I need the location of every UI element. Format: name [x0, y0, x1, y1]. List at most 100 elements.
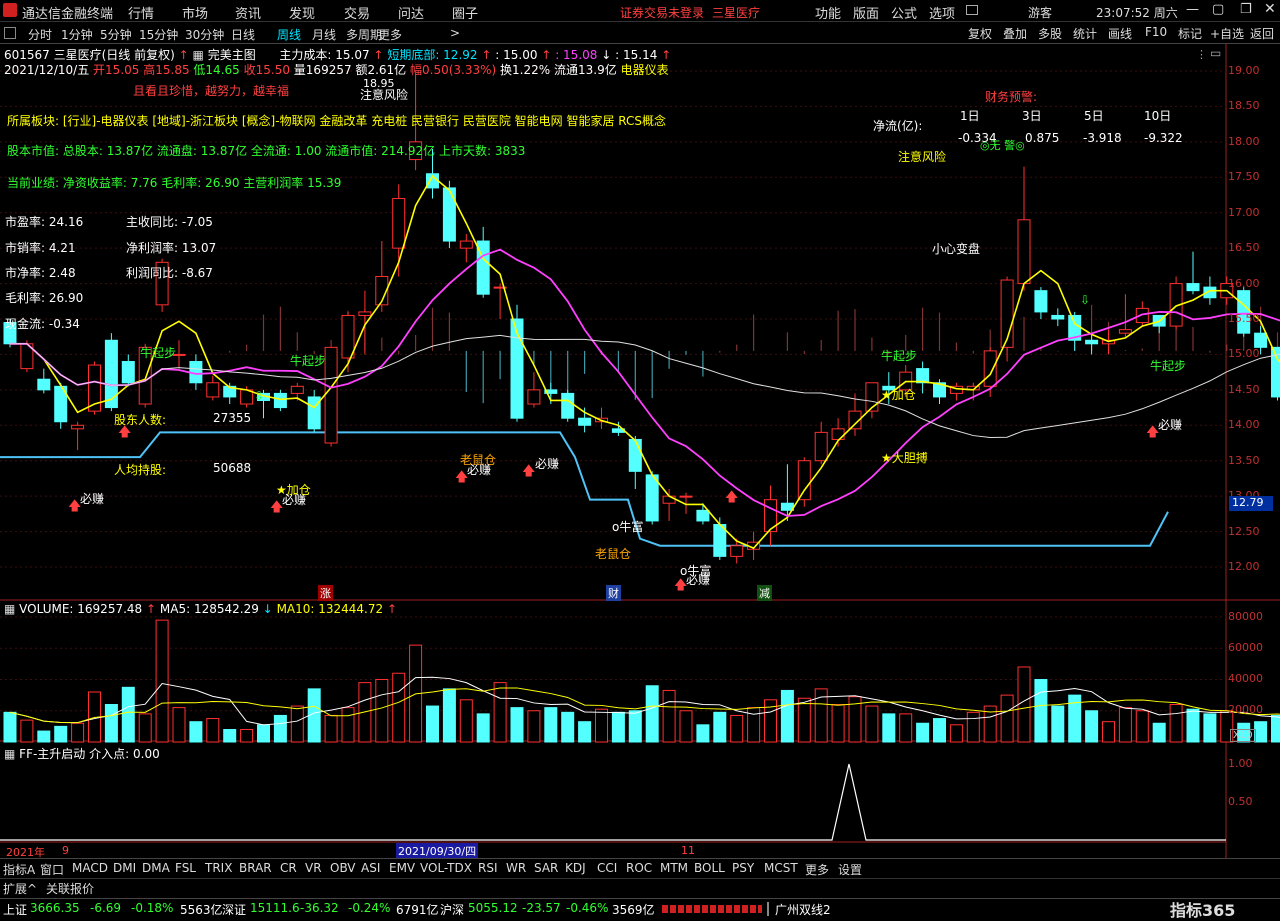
signal-niuqibu-1: 牛起步 — [140, 344, 176, 361]
index-hs-label[interactable]: 沪深 — [440, 901, 464, 918]
tab-settings[interactable]: 设置 — [838, 861, 862, 878]
mail-icon[interactable] — [966, 5, 978, 15]
event-cai[interactable]: 财 — [606, 585, 621, 601]
menu-zixun[interactable]: 资讯 — [235, 3, 261, 22]
tab-cci[interactable]: CCI — [597, 861, 617, 875]
event-jian[interactable]: 减 — [757, 585, 772, 601]
arrow-up-icon: ↑ — [179, 48, 189, 62]
candle-body — [38, 379, 50, 390]
period-5min[interactable]: 5分钟 — [100, 26, 132, 43]
index-sh-label[interactable]: 上证 — [3, 901, 27, 918]
tab-cr[interactable]: CR — [280, 861, 297, 875]
tab-mtm[interactable]: MTM — [660, 861, 688, 875]
btn-tongji[interactable]: 统计 — [1073, 25, 1097, 42]
panel-toggle-icon[interactable] — [4, 27, 16, 39]
btn-biaoji[interactable]: 标记 — [1178, 25, 1202, 42]
menu-banmian[interactable]: 版面 — [853, 3, 879, 22]
tab-extend[interactable]: 扩展^ — [3, 880, 37, 897]
chevron-right-icon[interactable]: > — [450, 26, 460, 40]
menu-faxian[interactable]: 发现 — [289, 3, 315, 22]
menu-hangqing[interactable]: 行情 — [128, 3, 154, 22]
tab-chuangkou[interactable]: 窗口 — [40, 861, 64, 878]
menu-shichang[interactable]: 市场 — [182, 3, 208, 22]
tab-mcst[interactable]: MCST — [764, 861, 798, 875]
menu-wenda[interactable]: 问达 — [398, 3, 424, 22]
restore-icon[interactable]: ❐ — [1240, 2, 1252, 17]
server-name[interactable]: 广州双线2 — [775, 901, 831, 918]
btn-f10[interactable]: F10 — [1145, 25, 1167, 39]
tab-vol-tdx[interactable]: VOL-TDX — [420, 861, 472, 875]
menu-quanzi[interactable]: 圈子 — [452, 3, 478, 22]
menu-jiaoyi[interactable]: 交易 — [344, 3, 370, 22]
tab-dmi[interactable]: DMI — [113, 861, 136, 875]
index-sz-label[interactable]: 深证 — [222, 901, 246, 918]
chart-grid-icon[interactable]: ▦ — [193, 48, 204, 62]
volume-bar — [1103, 722, 1115, 742]
maximize-icon[interactable]: ▢ — [1212, 2, 1224, 17]
tab-wr[interactable]: WR — [506, 861, 526, 875]
tab-sar[interactable]: SAR — [534, 861, 558, 875]
tab-psy[interactable]: PSY — [732, 861, 754, 875]
tab-asi[interactable]: ASI — [361, 861, 380, 875]
tab-trix[interactable]: TRIX — [205, 861, 232, 875]
tab-fsl[interactable]: FSL — [175, 861, 196, 875]
tab-more[interactable]: 更多 — [805, 861, 829, 878]
menu-gongneng[interactable]: 功能 — [815, 3, 841, 22]
tab-rsi[interactable]: RSI — [478, 861, 498, 875]
minimize-icon[interactable]: — — [1186, 2, 1199, 17]
period-fenshi[interactable]: 分时 — [28, 26, 52, 43]
kline-chart[interactable] — [0, 44, 1280, 858]
volume-bar — [798, 698, 810, 742]
tab-macd[interactable]: MACD — [72, 861, 108, 875]
panel-menu-icon[interactable]: ▦ — [4, 602, 15, 616]
period-30min[interactable]: 30分钟 — [185, 26, 224, 43]
tab-vr[interactable]: VR — [305, 861, 322, 875]
tab-dma[interactable]: DMA — [142, 861, 170, 875]
panel-menu-icon[interactable]: ▦ — [4, 747, 15, 761]
period-multi[interactable]: 更多 — [378, 26, 402, 43]
netflow-v3: 0.875 — [1025, 131, 1059, 145]
period-15min[interactable]: 15分钟 — [139, 26, 178, 43]
tab-related-quote[interactable]: 关联报价 — [46, 880, 94, 897]
period-monthly[interactable]: 多周期 — [346, 26, 382, 43]
tab-brar[interactable]: BRAR — [239, 861, 272, 875]
btn-fuquan[interactable]: 复权 — [968, 25, 992, 42]
volume-bar — [629, 711, 641, 742]
tab-boll[interactable]: BOLL — [694, 861, 725, 875]
btn-zixuan[interactable]: +自选 — [1210, 25, 1244, 42]
signal-bizhuan-1: 必赚 — [80, 490, 104, 507]
user-label[interactable]: 游客 — [1028, 4, 1052, 21]
candle-body — [122, 362, 134, 383]
tab-emv[interactable]: EMV — [389, 861, 415, 875]
tab-zhibiao-a[interactable]: 指标A — [3, 861, 35, 878]
volume-unit: X10 — [1230, 729, 1256, 742]
volume-ma10: MA10: 132444.72 — [277, 602, 384, 616]
event-zhang[interactable]: 涨 — [318, 585, 333, 601]
tab-kdj[interactable]: KDJ — [565, 861, 586, 875]
period-1min[interactable]: 1分钟 — [61, 26, 93, 43]
btn-fanhui[interactable]: 返回 — [1250, 25, 1274, 42]
menu-xuanxiang[interactable]: 选项 — [929, 3, 955, 22]
options-icon[interactable]: ⋮ — [1196, 48, 1207, 61]
close-icon[interactable]: ✕ — [1264, 1, 1276, 17]
volume-bar — [1119, 708, 1131, 742]
btn-diejia[interactable]: 叠加 — [1003, 25, 1027, 42]
period-weekly[interactable]: 月线 — [312, 26, 336, 43]
btn-duogu[interactable]: 多股 — [1038, 25, 1062, 42]
signal-xiaoxinbianpan: 小心变盘 — [932, 240, 980, 257]
collapse-icon[interactable]: ▭ — [1210, 46, 1221, 60]
btn-huaxian[interactable]: 画线 — [1108, 25, 1132, 42]
volume-bar — [1170, 705, 1182, 743]
volume-value: 量169257 — [294, 63, 352, 77]
per-capita-value: 50688 — [213, 461, 251, 475]
candle-body — [72, 425, 84, 429]
menu-gongshi[interactable]: 公式 — [891, 3, 917, 22]
volume-bar — [139, 714, 151, 742]
period-60min[interactable]: 日线 — [231, 26, 255, 43]
high-value: 高15.85 — [143, 63, 189, 77]
period-daily[interactable]: 周线 — [277, 26, 301, 43]
tab-obv[interactable]: OBV — [330, 861, 356, 875]
main-chart-name[interactable]: 完美主图 — [208, 48, 256, 62]
login-notice[interactable]: 证券交易未登录 — [620, 4, 704, 21]
tab-roc[interactable]: ROC — [626, 861, 652, 875]
